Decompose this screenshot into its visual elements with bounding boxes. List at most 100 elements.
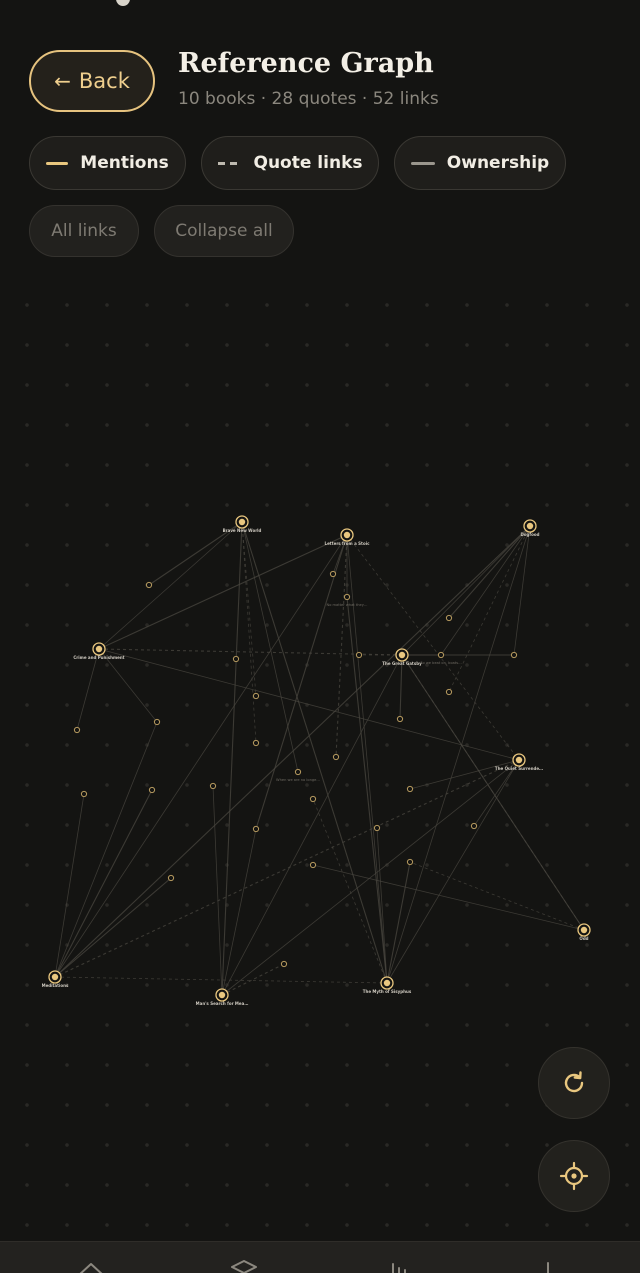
- quote-node[interactable]: [373, 824, 381, 832]
- all-links-button[interactable]: All links: [29, 205, 139, 257]
- quote-node[interactable]: [437, 651, 445, 659]
- graph-edge: [241, 521, 257, 697]
- book-node-dot: [580, 926, 588, 934]
- quote-node[interactable]: [252, 739, 260, 747]
- graph-edge: [409, 861, 585, 931]
- chart-icon[interactable]: [388, 1260, 414, 1273]
- home-icon[interactable]: [76, 1262, 106, 1273]
- legend-ownership-chip[interactable]: Ownership: [394, 136, 566, 190]
- quote-node[interactable]: [80, 790, 88, 798]
- book-node-dot: [383, 979, 391, 987]
- quote-node[interactable]: [145, 581, 153, 589]
- quote-node[interactable]: [167, 874, 175, 882]
- book-node[interactable]: Meditations: [42, 970, 69, 988]
- book-node[interactable]: Odd: [577, 923, 591, 941]
- book-node[interactable]: Brave New World: [223, 515, 262, 533]
- graph-edge: [54, 877, 172, 978]
- dashed-line-icon: [217, 161, 242, 165]
- graph-edge: [98, 521, 243, 650]
- recenter-button[interactable]: [538, 1140, 610, 1212]
- book-node-label: Letters from a Stoic: [325, 541, 371, 546]
- quote-node[interactable]: [252, 692, 260, 700]
- book-node-dot: [238, 518, 246, 526]
- profile-icon[interactable]: [538, 1260, 558, 1273]
- graph-header: ← Back Reference Graph 10 books · 28 quo…: [0, 0, 640, 270]
- book-node-dot: [526, 522, 534, 530]
- legend-quote-links-chip[interactable]: Quote links: [201, 136, 379, 190]
- crosshair-icon: [559, 1161, 589, 1191]
- graph-edge: [241, 521, 299, 773]
- graph-edge: [221, 963, 285, 996]
- book-node[interactable]: Dogfood: [520, 519, 540, 537]
- book-node-dot: [95, 645, 103, 653]
- quote-node[interactable]: [470, 822, 478, 830]
- book-node-label: Brave New World: [223, 528, 262, 533]
- book-node[interactable]: Crime and Punishment: [73, 642, 125, 660]
- book-node[interactable]: The Myth of Sisyphus: [363, 976, 412, 994]
- book-node[interactable]: Man's Search for Mea…: [196, 988, 249, 1006]
- reference-graph-screen: No matter what they… So we beat on, boats…: [0, 0, 640, 1273]
- quote-node[interactable]: [294, 768, 302, 776]
- quote-node[interactable]: [332, 753, 340, 761]
- quote-node[interactable]: [309, 861, 317, 869]
- book-node-dot: [398, 651, 406, 659]
- refresh-icon: [564, 1071, 584, 1093]
- graph-edge: [448, 525, 531, 619]
- graph-edge: [401, 525, 531, 656]
- quote-node[interactable]: [343, 593, 351, 601]
- quote-node[interactable]: [445, 688, 453, 696]
- graph-edge: [221, 521, 243, 996]
- graph-edge: [241, 521, 388, 984]
- quote-node[interactable]: [309, 795, 317, 803]
- quote-node-label: When we are no longe…: [276, 778, 320, 782]
- legend-mentions-label: Mentions: [80, 153, 169, 173]
- book-node[interactable]: The Great Gatsby: [382, 648, 422, 666]
- quote-node[interactable]: [232, 655, 240, 663]
- book-node[interactable]: Letters from a Stoic: [325, 528, 371, 546]
- graph-edge: [76, 648, 100, 731]
- book-node-label: The Quiet Surrende…: [495, 766, 543, 771]
- layers-icon[interactable]: [229, 1260, 259, 1273]
- quote-node[interactable]: [280, 960, 288, 968]
- quote-node[interactable]: [445, 614, 453, 622]
- refresh-button[interactable]: [538, 1047, 610, 1119]
- book-node-label: The Myth of Sisyphus: [363, 989, 412, 994]
- graph-edge: [54, 525, 531, 978]
- back-button[interactable]: ← Back: [29, 50, 155, 112]
- legend-quote-links-label: Quote links: [253, 153, 363, 173]
- quote-node[interactable]: [153, 718, 161, 726]
- all-links-label: All links: [51, 221, 117, 241]
- graph-edge: [386, 759, 520, 984]
- book-node-dot: [218, 991, 226, 999]
- book-node-dot: [51, 973, 59, 981]
- arrow-left-icon: ←: [54, 69, 71, 93]
- bottom-navigation: [0, 1241, 640, 1273]
- graph-edge: [386, 861, 411, 984]
- solid-line-icon: [410, 161, 435, 165]
- collapse-all-button[interactable]: Collapse all: [154, 205, 294, 257]
- solid-line-icon: [46, 161, 69, 165]
- book-node-label: Meditations: [42, 983, 69, 988]
- book-nodes: Brave New World Letters from a Stoic Dogfo…: [42, 515, 591, 1006]
- graph-edge: [54, 721, 158, 978]
- legend-mentions-chip[interactable]: Mentions: [29, 136, 186, 190]
- quote-node[interactable]: [73, 726, 81, 734]
- page-title: Reference Graph: [178, 48, 434, 79]
- quote-node[interactable]: [396, 715, 404, 723]
- graph-stats: 10 books · 28 quotes · 52 links: [178, 89, 439, 109]
- quote-node[interactable]: [355, 651, 363, 659]
- graph-edge: [212, 785, 223, 996]
- graph-edge: [312, 864, 585, 931]
- quote-node[interactable]: [510, 651, 518, 659]
- back-button-label: Back: [78, 69, 130, 93]
- quote-node[interactable]: [252, 825, 260, 833]
- book-node[interactable]: The Quiet Surrende…: [495, 753, 543, 771]
- quote-node[interactable]: [209, 782, 217, 790]
- quote-node[interactable]: [406, 858, 414, 866]
- quote-node[interactable]: [329, 570, 337, 578]
- graph-edges: [54, 521, 585, 996]
- quote-node[interactable]: [406, 785, 414, 793]
- quote-node[interactable]: [148, 786, 156, 794]
- book-node-label: Odd: [579, 936, 588, 941]
- quote-node-label: So we beat on, boats…: [420, 661, 462, 665]
